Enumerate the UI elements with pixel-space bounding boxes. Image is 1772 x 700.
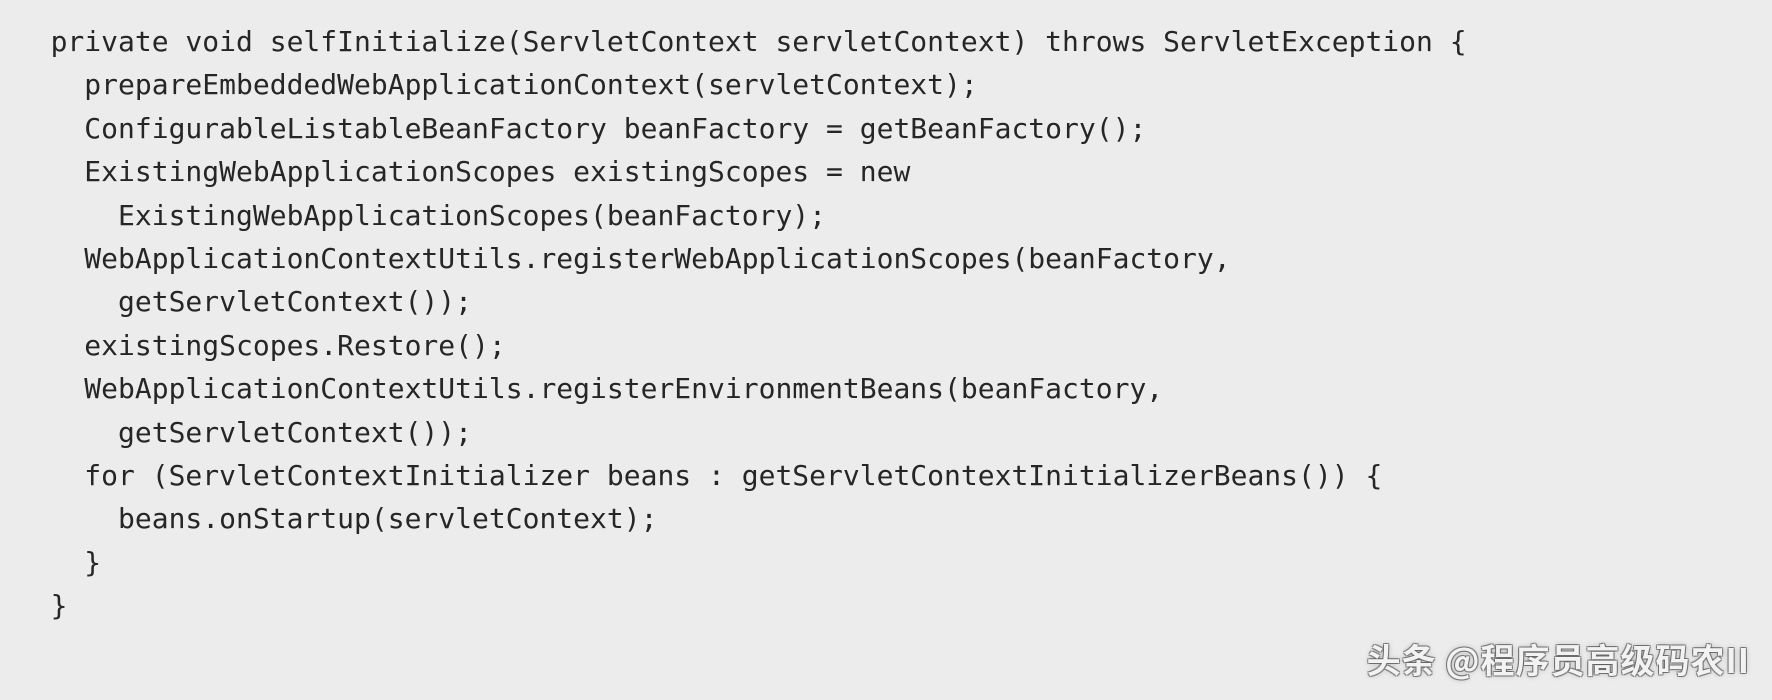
- code-line: WebApplicationContextUtils.registerEnvir…: [0, 367, 1772, 410]
- code-line: beans.onStartup(servletContext);: [0, 497, 1772, 540]
- code-line: private void selfInitialize(ServletConte…: [0, 20, 1772, 63]
- code-line: ExistingWebApplicationScopes(beanFactory…: [0, 194, 1772, 237]
- code-line: existingScopes.Restore();: [0, 324, 1772, 367]
- code-line: ExistingWebApplicationScopes existingSco…: [0, 150, 1772, 193]
- code-line: }: [0, 584, 1772, 627]
- code-line: ConfigurableListableBeanFactory beanFact…: [0, 107, 1772, 150]
- code-line: WebApplicationContextUtils.registerWebAp…: [0, 237, 1772, 280]
- code-line: }: [0, 541, 1772, 584]
- code-line: getServletContext());: [0, 280, 1772, 323]
- code-line: prepareEmbeddedWebApplicationContext(ser…: [0, 63, 1772, 106]
- code-line: getServletContext());: [0, 411, 1772, 454]
- watermark-text: 头条 @程序员高级码农II: [1367, 633, 1750, 686]
- code-line: for (ServletContextInitializer beans : g…: [0, 454, 1772, 497]
- code-block: private void selfInitialize(ServletConte…: [0, 0, 1772, 627]
